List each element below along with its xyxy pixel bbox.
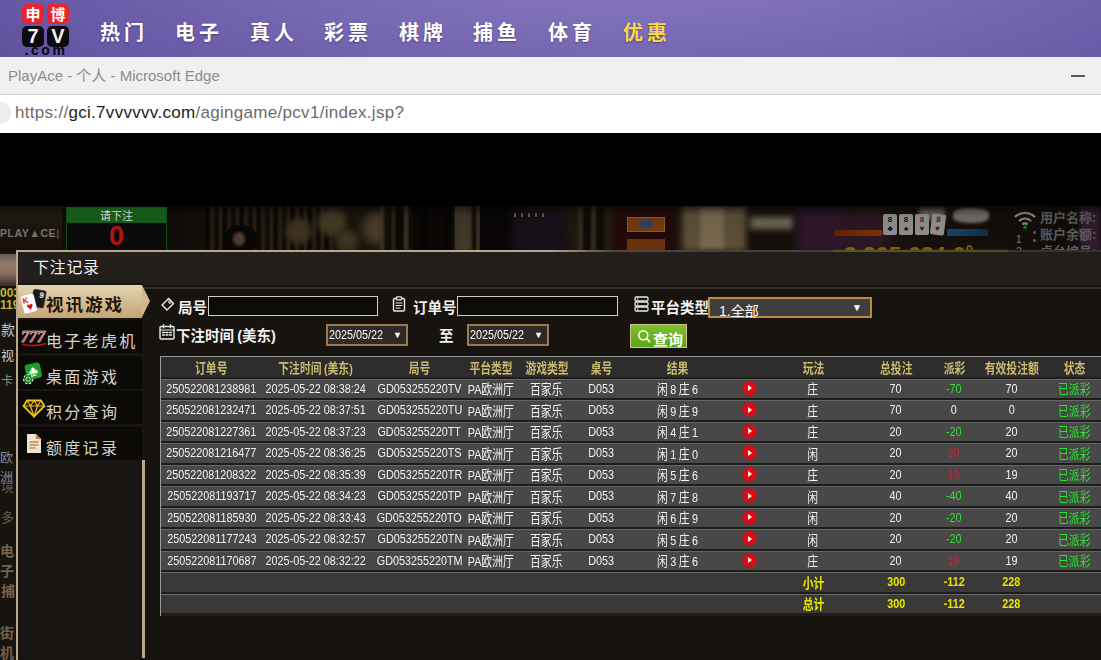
svg-text:7: 7 (37, 328, 46, 345)
